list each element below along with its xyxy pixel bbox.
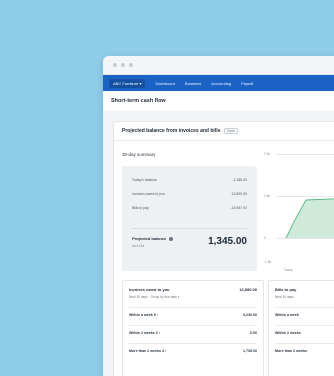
projected-balance-value: 1,345.00: [208, 236, 247, 247]
projected-balance-label: Projected balance: [132, 236, 174, 241]
row-divider: [275, 325, 334, 326]
row-divider: [129, 343, 257, 344]
page-title: Short-term cash flow: [103, 91, 334, 112]
beta-tag: Beta: [224, 128, 238, 134]
bucket-label: Within a week: [275, 313, 299, 317]
bills-to-pay-panel: Bills to pay Next 30 days Within a week …: [268, 280, 334, 376]
bucket-value: 0.00: [250, 331, 257, 335]
invoices-panel-filter[interactable]: Next 30 days · Group by due date ▾: [129, 295, 179, 299]
summary-row: Invoices owed to you 13,890.00: [132, 192, 247, 196]
summary-row-value: -13,957.00: [230, 206, 247, 210]
invoice-bucket-row[interactable]: Within 2 weeks 0 › 0.00: [129, 331, 257, 335]
summary-row-value: -1,185.00: [232, 178, 247, 182]
summary-row-label: Bills to pay: [132, 206, 149, 210]
invoices-panel-total: 13,890.00: [239, 287, 257, 292]
bucket-label: More than 2 weeks: [275, 349, 307, 353]
balance-chart: 2.5k 1.5k 0 -1.5k Today: [264, 148, 334, 278]
projected-balance-card: Projected balance from invoices and bill…: [113, 121, 334, 376]
window-dot-icon[interactable]: [113, 63, 117, 67]
row-divider: [129, 325, 257, 326]
bucket-value: 3,230.00: [243, 313, 257, 317]
projected-label-text: Projected balance: [132, 236, 167, 241]
bucket-value: 1,735.00: [243, 349, 257, 353]
card-title-text: Projected balance from invoices and bill…: [122, 128, 221, 134]
y-tick-label: 1.5k: [264, 194, 271, 198]
x-tick-label: Today: [284, 268, 293, 272]
nav-business[interactable]: Business: [185, 81, 201, 86]
bill-bucket-row[interactable]: More than 2 weeks: [275, 349, 334, 353]
app-window: ABC Furniture ▾ Dashboard Business Accou…: [103, 56, 334, 376]
bucket-label: Within 2 weeks 0 ›: [129, 331, 160, 335]
window-titlebar: [103, 56, 334, 75]
window-dot-icon[interactable]: [129, 63, 133, 67]
summary-row-label: Invoices owed to you: [132, 192, 165, 196]
bucket-label: More than 2 weeks 4 ›: [129, 349, 167, 353]
invoice-bucket-row[interactable]: Within a week 5 › 3,230.00: [129, 313, 257, 317]
row-divider: [275, 343, 334, 344]
invoice-bucket-row[interactable]: More than 2 weeks 4 › 1,735.00: [129, 349, 257, 353]
summary-row-label: Today's balance: [132, 178, 157, 182]
summary-row: Today's balance -1,185.00: [132, 178, 247, 182]
chart-area-fill: [286, 198, 334, 238]
bills-panel-title: Bills to pay: [275, 287, 297, 292]
row-divider: [275, 307, 334, 308]
y-tick-label: 2.5k: [264, 152, 271, 156]
window-dot-icon[interactable]: [121, 63, 125, 67]
card-title: Projected balance from invoices and bill…: [114, 122, 334, 141]
summary-divider: [132, 228, 247, 229]
top-navbar: ABC Furniture ▾ Dashboard Business Accou…: [103, 75, 334, 91]
invoices-panel-title: Invoices owed to you: [129, 287, 170, 292]
bills-panel-filter[interactable]: Next 30 days: [275, 295, 294, 299]
invoices-owed-panel: Invoices owed to you 13,890.00 Next 30 d…: [122, 280, 264, 376]
nav-payroll[interactable]: Payroll: [241, 81, 253, 86]
y-tick-label: -1.5k: [264, 260, 272, 264]
nav-dashboard[interactable]: Dashboard: [155, 81, 175, 86]
chart-svg: [285, 198, 334, 239]
bucket-label: Within 2 weeks: [275, 331, 301, 335]
bill-bucket-row[interactable]: Within a week: [275, 313, 334, 317]
projected-balance-date: on 4 Oct: [132, 244, 145, 248]
summary-title: 30-day summary: [122, 152, 156, 157]
nav-accounting[interactable]: Accounting: [211, 81, 231, 86]
info-icon[interactable]: [169, 236, 174, 241]
bucket-label: Within a week 5 ›: [129, 313, 158, 317]
bill-bucket-row[interactable]: Within 2 weeks: [275, 331, 334, 335]
summary-row-value: 13,890.00: [231, 192, 247, 196]
summary-box: Today's balance -1,185.00 Invoices owed …: [122, 166, 257, 271]
y-tick-label: 0: [264, 236, 266, 240]
summary-row: Bills to pay -13,957.00: [132, 206, 247, 210]
main-content: Projected balance from invoices and bill…: [103, 111, 334, 376]
row-divider: [129, 307, 257, 308]
org-switcher[interactable]: ABC Furniture ▾: [109, 78, 146, 88]
